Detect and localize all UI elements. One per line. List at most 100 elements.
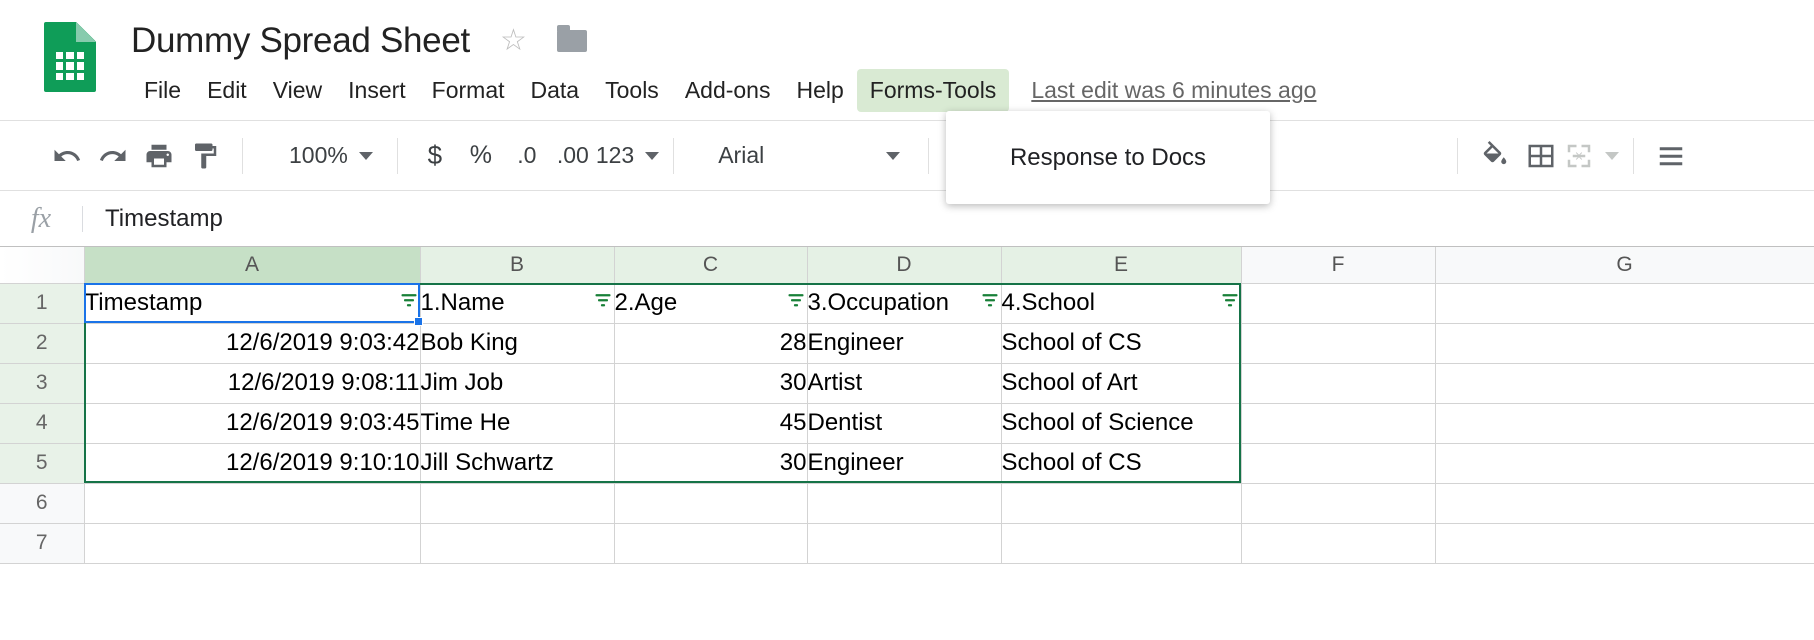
column-header-c[interactable]: C: [614, 247, 807, 283]
cell-F4[interactable]: [1241, 403, 1435, 443]
cell-F6[interactable]: [1241, 483, 1435, 523]
merge-cells-icon[interactable]: [1564, 133, 1619, 179]
menu-item-file[interactable]: File: [131, 69, 194, 112]
menu-item-forms-tools[interactable]: Forms-Tools: [857, 69, 1010, 112]
format-percent-button[interactable]: %: [458, 133, 504, 179]
cell-B3[interactable]: Jim Job: [420, 363, 614, 403]
cell-D3[interactable]: Artist: [807, 363, 1001, 403]
cell-E1[interactable]: 4.School: [1001, 283, 1241, 323]
column-header-b[interactable]: B: [420, 247, 614, 283]
cell-G4[interactable]: [1435, 403, 1814, 443]
cell-A1[interactable]: Timestamp: [84, 283, 420, 323]
select-all-corner[interactable]: [0, 247, 84, 283]
column-header-d[interactable]: D: [807, 247, 1001, 283]
menu-item-edit[interactable]: Edit: [194, 69, 260, 112]
cell-B6[interactable]: [420, 483, 614, 523]
last-edit-status[interactable]: Last edit was 6 minutes ago: [1031, 77, 1316, 104]
cell-C7[interactable]: [614, 523, 807, 563]
cell-D5[interactable]: Engineer: [807, 443, 1001, 483]
row-header-7[interactable]: 7: [0, 523, 84, 563]
decrease-decimal-places-button[interactable]: .0: [504, 133, 550, 179]
row-header-2[interactable]: 2: [0, 323, 84, 363]
cell-E7[interactable]: [1001, 523, 1241, 563]
menu-item-tools[interactable]: Tools: [592, 69, 672, 112]
cell-G5[interactable]: [1435, 443, 1814, 483]
menu-item-view[interactable]: View: [260, 69, 335, 112]
cell-F5[interactable]: [1241, 443, 1435, 483]
cell-B5[interactable]: Jill Schwartz: [420, 443, 614, 483]
google-sheets-icon[interactable]: [44, 22, 96, 92]
row-header-5[interactable]: 5: [0, 443, 84, 483]
undo-icon[interactable]: [44, 133, 90, 179]
cell-G3[interactable]: [1435, 363, 1814, 403]
row-header-3[interactable]: 3: [0, 363, 84, 403]
cell-A7[interactable]: [84, 523, 420, 563]
filter-icon[interactable]: [1213, 289, 1241, 317]
increase-decimal-places-button[interactable]: .00: [550, 133, 596, 179]
filter-icon[interactable]: [586, 289, 614, 317]
row-header-1[interactable]: 1: [0, 283, 84, 323]
cell-C3[interactable]: 30: [614, 363, 807, 403]
more-number-formats-dropdown[interactable]: 123: [596, 133, 659, 179]
cell-E6[interactable]: [1001, 483, 1241, 523]
cell-C1[interactable]: 2.Age: [614, 283, 807, 323]
cell-G2[interactable]: [1435, 323, 1814, 363]
print-icon[interactable]: [136, 133, 182, 179]
cell-G1[interactable]: [1435, 283, 1814, 323]
cell-B7[interactable]: [420, 523, 614, 563]
cell-E4[interactable]: School of Science: [1001, 403, 1241, 443]
menu-item-response-to-docs[interactable]: Response to Docs: [1010, 144, 1206, 172]
star-icon[interactable]: ☆: [500, 26, 527, 56]
cell-D6[interactable]: [807, 483, 1001, 523]
menu-item-help[interactable]: Help: [783, 69, 856, 112]
spreadsheet-grid[interactable]: A B C D E F G 1Timestamp1.Name2.Age3.Occ…: [0, 246, 1814, 640]
column-header-e[interactable]: E: [1001, 247, 1241, 283]
cell-C4[interactable]: 45: [614, 403, 807, 443]
cell-F2[interactable]: [1241, 323, 1435, 363]
row-header-6[interactable]: 6: [0, 483, 84, 523]
menu-item-add-ons[interactable]: Add-ons: [672, 69, 784, 112]
paint-format-icon[interactable]: [182, 133, 228, 179]
cell-B1[interactable]: 1.Name: [420, 283, 614, 323]
cell-B4[interactable]: Time He: [420, 403, 614, 443]
folder-icon[interactable]: [557, 30, 587, 52]
cell-E2[interactable]: School of CS: [1001, 323, 1241, 363]
cell-F1[interactable]: [1241, 283, 1435, 323]
column-header-f[interactable]: F: [1241, 247, 1435, 283]
filter-icon[interactable]: [973, 289, 1001, 317]
format-currency-button[interactable]: $: [412, 133, 458, 179]
cell-A6[interactable]: [84, 483, 420, 523]
borders-icon[interactable]: [1518, 133, 1564, 179]
cell-A2[interactable]: 12/6/2019 9:03:42: [84, 323, 420, 363]
redo-icon[interactable]: [90, 133, 136, 179]
cell-C6[interactable]: [614, 483, 807, 523]
fill-color-icon[interactable]: [1472, 133, 1518, 179]
cell-A3[interactable]: 12/6/2019 9:08:11: [84, 363, 420, 403]
formula-input[interactable]: Timestamp: [83, 205, 223, 233]
cell-D7[interactable]: [807, 523, 1001, 563]
cell-D2[interactable]: Engineer: [807, 323, 1001, 363]
cell-C5[interactable]: 30: [614, 443, 807, 483]
cell-A4[interactable]: 12/6/2019 9:03:45: [84, 403, 420, 443]
cell-B2[interactable]: Bob King: [420, 323, 614, 363]
cell-D1[interactable]: 3.Occupation: [807, 283, 1001, 323]
cell-E5[interactable]: School of CS: [1001, 443, 1241, 483]
font-family-dropdown[interactable]: Arial: [704, 133, 914, 179]
menu-item-insert[interactable]: Insert: [335, 69, 419, 112]
cell-G6[interactable]: [1435, 483, 1814, 523]
column-header-a[interactable]: A: [84, 247, 420, 283]
filter-icon[interactable]: [392, 289, 420, 317]
zoom-level-dropdown[interactable]: 100%: [279, 133, 383, 179]
page-title[interactable]: Dummy Spread Sheet: [131, 21, 470, 61]
filter-icon[interactable]: [779, 289, 807, 317]
column-header-g[interactable]: G: [1435, 247, 1814, 283]
cell-D4[interactable]: Dentist: [807, 403, 1001, 443]
row-header-4[interactable]: 4: [0, 403, 84, 443]
cell-E3[interactable]: School of Art: [1001, 363, 1241, 403]
menu-item-data[interactable]: Data: [518, 69, 593, 112]
cell-F7[interactable]: [1241, 523, 1435, 563]
cell-C2[interactable]: 28: [614, 323, 807, 363]
cell-A5[interactable]: 12/6/2019 9:10:10: [84, 443, 420, 483]
cell-G7[interactable]: [1435, 523, 1814, 563]
cell-F3[interactable]: [1241, 363, 1435, 403]
